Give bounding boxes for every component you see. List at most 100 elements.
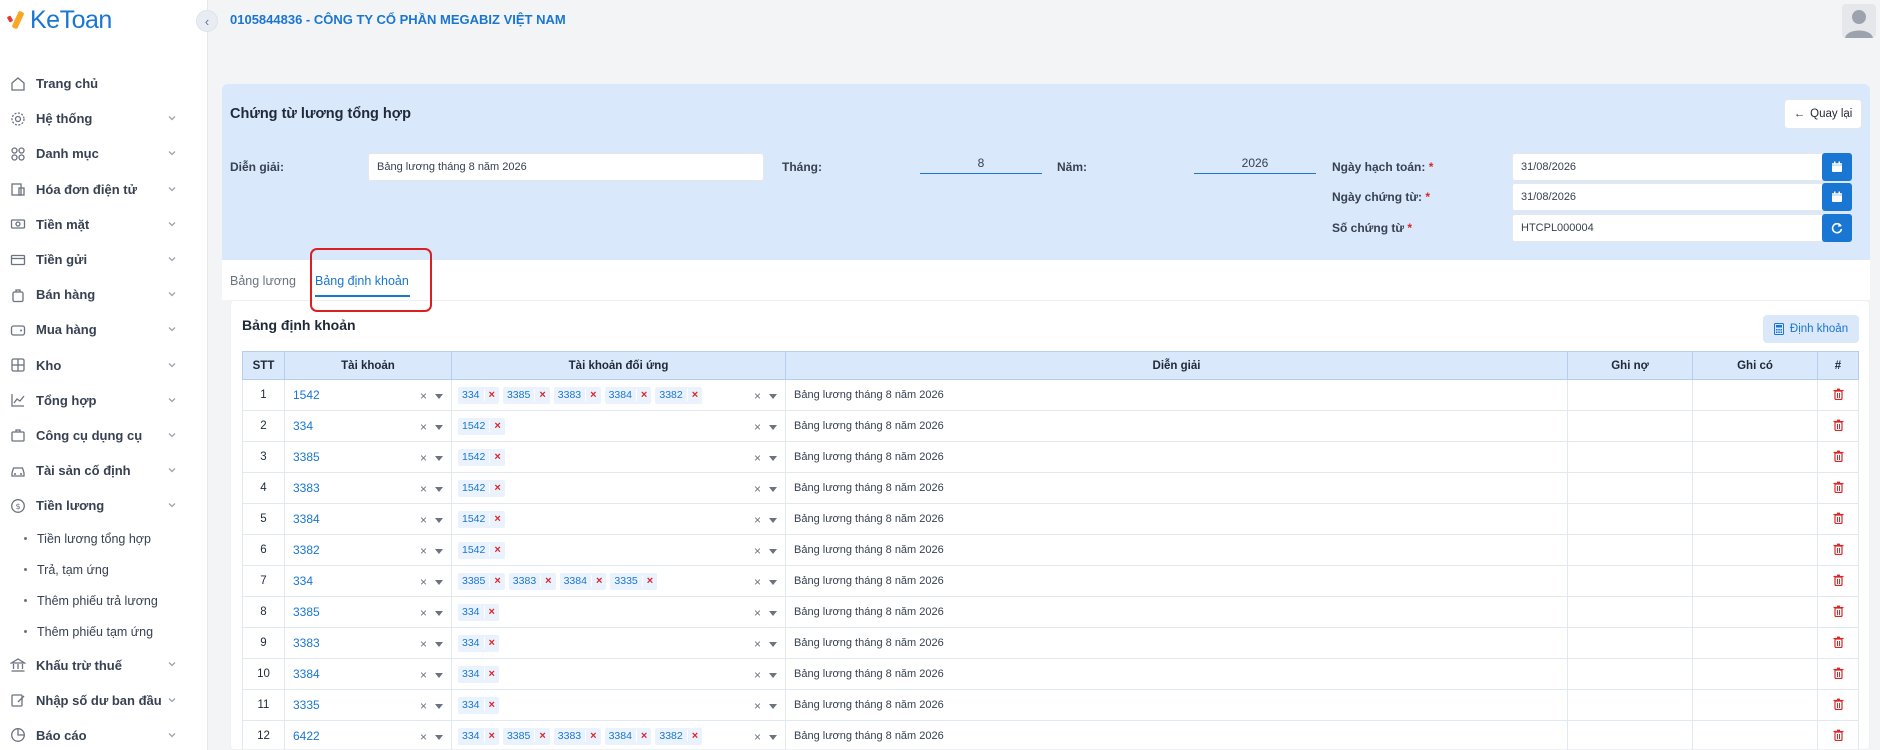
delete-row-button[interactable] xyxy=(1817,720,1859,750)
caret-down-icon[interactable] xyxy=(435,672,443,678)
sidebar-item-tong-hop[interactable]: Tổng hợp xyxy=(0,383,208,418)
account-select[interactable]: 3385 × xyxy=(284,441,452,473)
clear-icon[interactable]: × xyxy=(754,730,761,744)
sidebar-item-trang-chu[interactable]: Trang chủ xyxy=(0,66,208,101)
remove-chip-icon[interactable]: × xyxy=(535,730,549,742)
remove-chip-icon[interactable]: × xyxy=(490,451,504,463)
caret-down-icon[interactable] xyxy=(435,610,443,616)
clear-icon[interactable]: × xyxy=(754,606,761,620)
remove-chip-icon[interactable]: × xyxy=(637,730,651,742)
counter-account-select[interactable]: 334 × 3385 × 3383 × 3384 × 3382 × × xyxy=(451,379,786,411)
delete-row-button[interactable] xyxy=(1817,441,1859,473)
remove-chip-icon[interactable]: × xyxy=(586,389,600,401)
description-cell[interactable]: Bảng lương tháng 8 năm 2026 xyxy=(785,658,1568,690)
credit-cell[interactable] xyxy=(1692,503,1818,535)
description-cell[interactable]: Bảng lương tháng 8 năm 2026 xyxy=(785,410,1568,442)
remove-chip-icon[interactable]: × xyxy=(490,544,504,556)
sidebar-item-cong-cu-dung-cu[interactable]: Công cụ dụng cụ xyxy=(0,418,208,453)
clear-icon[interactable]: × xyxy=(420,451,427,465)
delete-row-button[interactable] xyxy=(1817,596,1859,628)
clear-icon[interactable]: × xyxy=(754,544,761,558)
account-select[interactable]: 3382 × xyxy=(284,534,452,566)
account-select[interactable]: 3384 × xyxy=(284,658,452,690)
clear-icon[interactable]: × xyxy=(420,544,427,558)
credit-cell[interactable] xyxy=(1692,596,1818,628)
caret-down-icon[interactable] xyxy=(435,734,443,740)
sidebar-subitem-tra-tam-ung[interactable]: Trả, tạm ứng xyxy=(0,554,208,585)
delete-row-button[interactable] xyxy=(1817,658,1859,690)
credit-cell[interactable] xyxy=(1692,627,1818,659)
clear-icon[interactable]: × xyxy=(754,668,761,682)
remove-chip-icon[interactable]: × xyxy=(485,389,499,401)
caret-down-icon[interactable] xyxy=(435,455,443,461)
counter-account-select[interactable]: 334 × × xyxy=(451,689,786,721)
debit-cell[interactable] xyxy=(1567,534,1693,566)
remove-chip-icon[interactable]: × xyxy=(490,420,504,432)
debit-cell[interactable] xyxy=(1567,410,1693,442)
counter-account-select[interactable]: 334 × 3385 × 3383 × 3384 × 3382 × × xyxy=(451,720,786,750)
caret-down-icon[interactable] xyxy=(769,734,777,740)
credit-cell[interactable] xyxy=(1692,565,1818,597)
caret-down-icon[interactable] xyxy=(435,641,443,647)
refresh-number-button[interactable] xyxy=(1822,214,1852,242)
caret-down-icon[interactable] xyxy=(435,517,443,523)
sidebar-item-bao-cao[interactable]: Báo cáo xyxy=(0,718,208,750)
collapse-sidebar-button[interactable]: ‹ xyxy=(196,10,218,32)
ngay-chung-tu-calendar-button[interactable] xyxy=(1822,183,1852,211)
sidebar-item-ban-hang[interactable]: Bán hàng xyxy=(0,277,208,312)
debit-cell[interactable] xyxy=(1567,720,1693,750)
sidebar-item-hoa-don-dien-tu[interactable]: Hóa đơn điện tử xyxy=(0,172,208,207)
clear-icon[interactable]: × xyxy=(420,699,427,713)
caret-down-icon[interactable] xyxy=(769,393,777,399)
description-cell[interactable]: Bảng lương tháng 8 năm 2026 xyxy=(785,627,1568,659)
ngay-hach-toan-input[interactable]: 31/08/2026 xyxy=(1512,153,1824,181)
remove-chip-icon[interactable]: × xyxy=(688,389,702,401)
app-logo[interactable]: KeToan xyxy=(6,6,112,34)
nam-input[interactable]: 2026 xyxy=(1194,156,1316,174)
debit-cell[interactable] xyxy=(1567,472,1693,504)
caret-down-icon[interactable] xyxy=(769,579,777,585)
counter-account-select[interactable]: 334 × × xyxy=(451,658,786,690)
counter-account-select[interactable]: 334 × × xyxy=(451,596,786,628)
credit-cell[interactable] xyxy=(1692,379,1818,411)
delete-row-button[interactable] xyxy=(1817,627,1859,659)
thang-input[interactable]: 8 xyxy=(920,156,1042,174)
debit-cell[interactable] xyxy=(1567,596,1693,628)
clear-icon[interactable]: × xyxy=(420,575,427,589)
description-cell[interactable]: Bảng lương tháng 8 năm 2026 xyxy=(785,472,1568,504)
counter-account-select[interactable]: 1542 × × xyxy=(451,410,786,442)
avatar[interactable] xyxy=(1842,4,1876,38)
account-select[interactable]: 3383 × xyxy=(284,627,452,659)
caret-down-icon[interactable] xyxy=(435,703,443,709)
description-cell[interactable]: Bảng lương tháng 8 năm 2026 xyxy=(785,720,1568,750)
remove-chip-icon[interactable]: × xyxy=(637,389,651,401)
caret-down-icon[interactable] xyxy=(769,641,777,647)
account-select[interactable]: 3335 × xyxy=(284,689,452,721)
clear-icon[interactable]: × xyxy=(754,482,761,496)
sidebar-item-tien-gui[interactable]: Tiền gửi xyxy=(0,242,208,277)
description-cell[interactable]: Bảng lương tháng 8 năm 2026 xyxy=(785,441,1568,473)
debit-cell[interactable] xyxy=(1567,379,1693,411)
delete-row-button[interactable] xyxy=(1817,565,1859,597)
credit-cell[interactable] xyxy=(1692,441,1818,473)
tab-bang-luong[interactable]: Bảng lương xyxy=(230,274,296,288)
counter-account-select[interactable]: 1542 × × xyxy=(451,534,786,566)
dinh-khoan-button[interactable]: Định khoản xyxy=(1763,315,1859,343)
so-chung-tu-input[interactable]: HTCPL000004 xyxy=(1512,214,1824,242)
counter-account-select[interactable]: 334 × × xyxy=(451,627,786,659)
credit-cell[interactable] xyxy=(1692,658,1818,690)
delete-row-button[interactable] xyxy=(1817,503,1859,535)
dien-giai-input[interactable]: Bảng lương tháng 8 năm 2026 xyxy=(368,153,764,181)
clear-icon[interactable]: × xyxy=(754,420,761,434)
clear-icon[interactable]: × xyxy=(420,637,427,651)
credit-cell[interactable] xyxy=(1692,689,1818,721)
caret-down-icon[interactable] xyxy=(769,703,777,709)
remove-chip-icon[interactable]: × xyxy=(535,389,549,401)
clear-icon[interactable]: × xyxy=(420,730,427,744)
debit-cell[interactable] xyxy=(1567,503,1693,535)
description-cell[interactable]: Bảng lương tháng 8 năm 2026 xyxy=(785,534,1568,566)
counter-account-select[interactable]: 3385 × 3383 × 3384 × 3335 × × xyxy=(451,565,786,597)
clear-icon[interactable]: × xyxy=(754,451,761,465)
clear-icon[interactable]: × xyxy=(420,482,427,496)
clear-icon[interactable]: × xyxy=(754,389,761,403)
